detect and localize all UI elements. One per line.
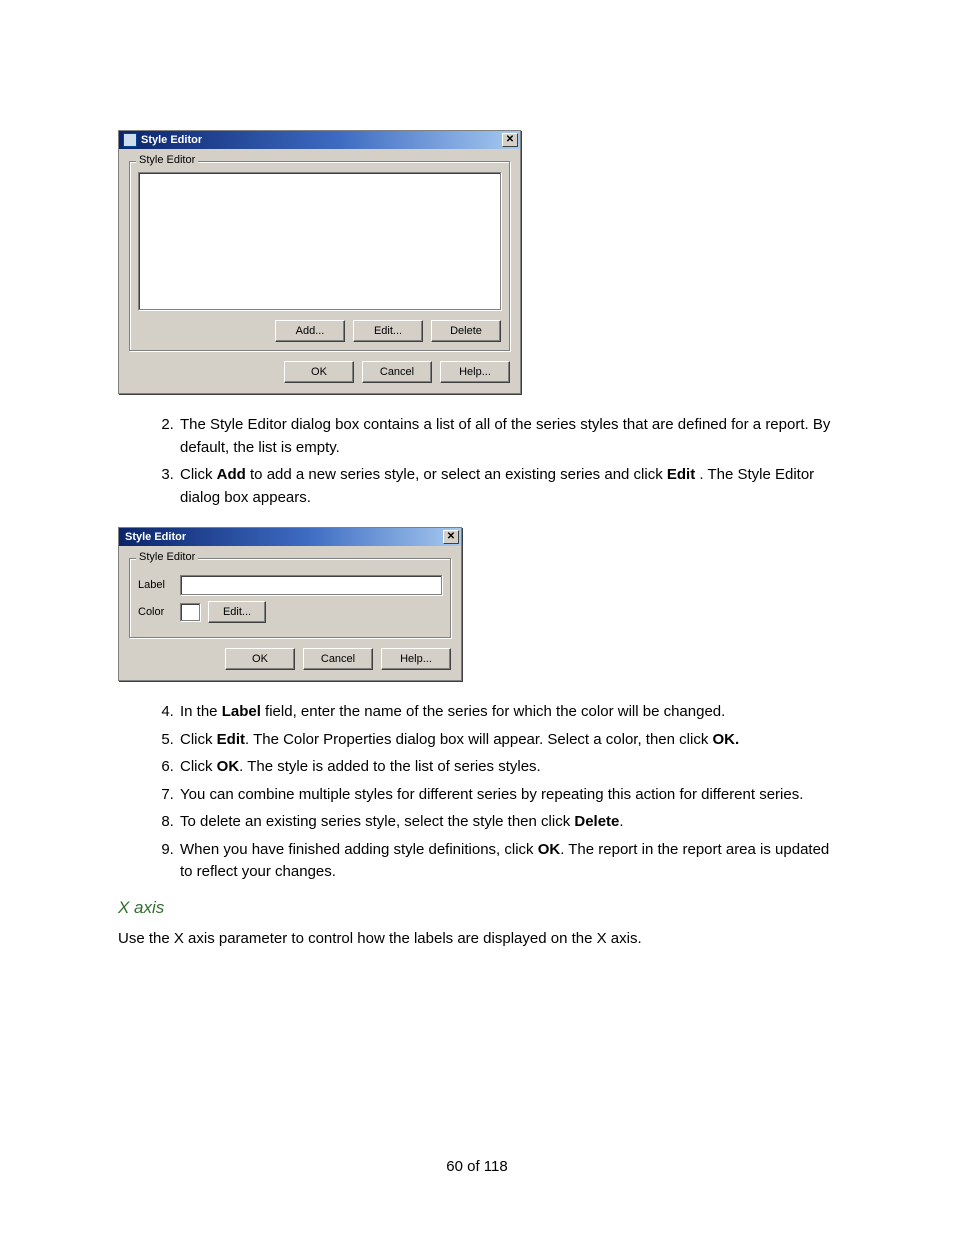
page-number: 60 of 118: [0, 1158, 954, 1175]
instruction-list-a: The Style Editor dialog box contains a l…: [118, 414, 844, 509]
section-heading-x-axis: X axis: [118, 898, 844, 918]
group-legend: Style Editor: [136, 551, 198, 563]
step-9: When you have finished adding style defi…: [178, 839, 844, 884]
close-icon[interactable]: ✕: [502, 133, 518, 147]
close-icon[interactable]: ✕: [443, 530, 459, 544]
step-text: . The style is added to the list of seri…: [239, 758, 541, 775]
color-label: Color: [138, 606, 172, 618]
step-7: You can combine multiple styles for diff…: [178, 784, 844, 807]
titlebar: Style Editor ✕: [119, 528, 461, 546]
delete-button[interactable]: Delete: [431, 320, 501, 342]
step-bold: Add: [217, 466, 246, 483]
step-text: Click: [180, 758, 217, 775]
cancel-button[interactable]: Cancel: [303, 648, 373, 670]
label-input[interactable]: [180, 575, 442, 595]
help-button[interactable]: Help...: [440, 361, 510, 383]
step-text: When you have finished adding style defi…: [180, 841, 538, 858]
style-editor-group: Style Editor Label Color Edit...: [129, 558, 451, 638]
cancel-button[interactable]: Cancel: [362, 361, 432, 383]
step-text: In the: [180, 703, 222, 720]
dialog-title: Style Editor: [141, 134, 202, 146]
step-5: Click Edit. The Color Properties dialog …: [178, 729, 844, 752]
ok-button[interactable]: OK: [284, 361, 354, 383]
step-text: To delete an existing series style, sele…: [180, 813, 574, 830]
step-text: The Style Editor dialog box contains a l…: [180, 416, 830, 456]
dialog-title: Style Editor: [125, 531, 186, 543]
style-list[interactable]: [138, 172, 501, 310]
help-button[interactable]: Help...: [381, 648, 451, 670]
step-text: .: [619, 813, 623, 830]
color-swatch[interactable]: [180, 603, 200, 621]
step-3: Click Add to add a new series style, or …: [178, 464, 844, 509]
ok-button[interactable]: OK: [225, 648, 295, 670]
step-text: field, enter the name of the series for …: [261, 703, 725, 720]
step-bold: Edit: [217, 731, 245, 748]
step-bold: Edit: [667, 466, 695, 483]
step-bold: Delete: [574, 813, 619, 830]
step-text: Click: [180, 466, 217, 483]
group-legend: Style Editor: [136, 154, 198, 166]
step-text: to add a new series style, or select an …: [246, 466, 667, 483]
step-bold: OK.: [712, 731, 739, 748]
step-bold: OK: [538, 841, 561, 858]
step-6: Click OK. The style is added to the list…: [178, 756, 844, 779]
step-bold: Label: [222, 703, 261, 720]
step-text: You can combine multiple styles for diff…: [180, 786, 803, 803]
app-icon: [123, 133, 137, 147]
titlebar: Style Editor ✕: [119, 131, 520, 149]
style-editor-group: Style Editor Add... Edit... Delete: [129, 161, 510, 351]
style-editor-dialog-edit: Style Editor ✕ Style Editor Label Color …: [118, 527, 462, 681]
step-8: To delete an existing series style, sele…: [178, 811, 844, 834]
style-editor-dialog-list: Style Editor ✕ Style Editor Add... Edit.…: [118, 130, 521, 394]
step-text: Click: [180, 731, 217, 748]
section-paragraph: Use the X axis parameter to control how …: [118, 928, 844, 951]
edit-button[interactable]: Edit...: [353, 320, 423, 342]
step-4: In the Label field, enter the name of th…: [178, 701, 844, 724]
instruction-list-b: In the Label field, enter the name of th…: [118, 701, 844, 884]
add-button[interactable]: Add...: [275, 320, 345, 342]
step-text: . The Color Properties dialog box will a…: [245, 731, 712, 748]
step-bold: OK: [217, 758, 240, 775]
color-edit-button[interactable]: Edit...: [208, 601, 266, 623]
label-label: Label: [138, 579, 172, 591]
step-2: The Style Editor dialog box contains a l…: [178, 414, 844, 459]
